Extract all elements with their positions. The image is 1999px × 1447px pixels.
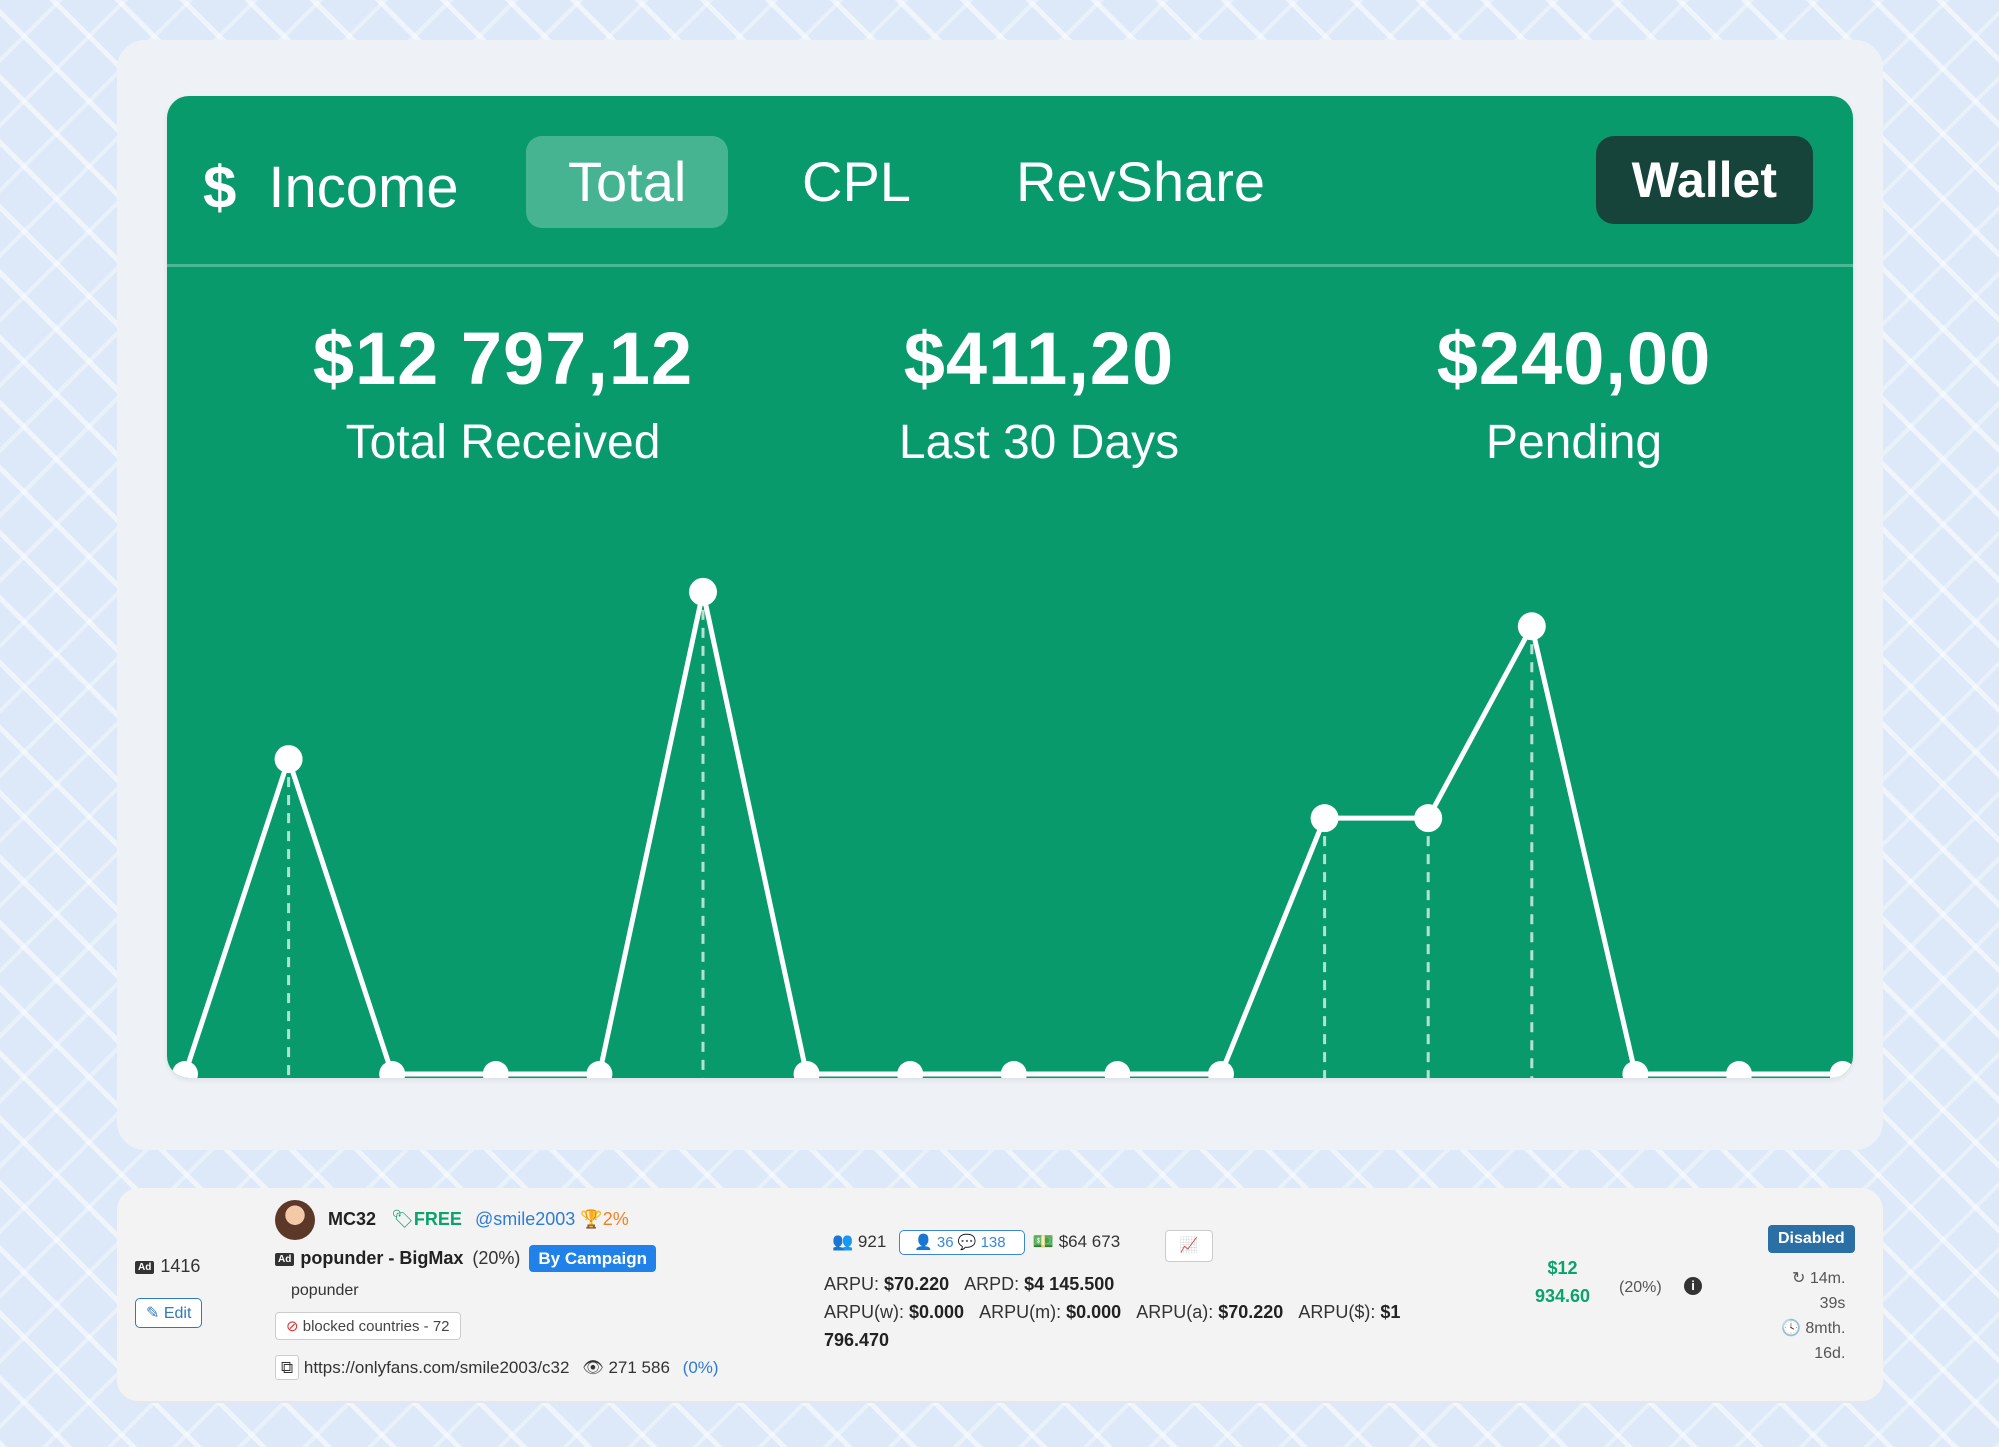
refresh-icon: ↻ <box>1791 1270 1806 1287</box>
users-count: 921 <box>857 1232 887 1251</box>
ad-icon: Ad <box>275 1252 295 1266</box>
campaign-header: MC32 🏷FREE @smile2003 🏆2% <box>275 1200 629 1240</box>
refresh-time-1: 14m. <box>1809 1270 1846 1287</box>
arpu-label: ARPU: <box>824 1274 880 1294</box>
views-count: 271 586 <box>608 1358 670 1377</box>
chart-point[interactable] <box>379 1061 406 1078</box>
users-icon: 👥 <box>832 1232 854 1251</box>
eye-icon: 👁 <box>582 1358 604 1377</box>
chart-point[interactable] <box>172 1061 198 1078</box>
handle-link[interactable]: @smile2003 <box>475 1209 575 1229</box>
chart-point[interactable] <box>689 577 717 606</box>
arpuw-value: $0.000 <box>909 1302 965 1322</box>
chart-series-line <box>182 589 1843 1077</box>
earned-amount: $12 934.60 <box>1535 1254 1590 1310</box>
age-1: 8mth. <box>1805 1320 1846 1337</box>
arpuw-label: ARPU(w): <box>824 1302 904 1322</box>
arpd-value: $4 145.500 <box>1024 1274 1115 1294</box>
owner-name: MC32 <box>328 1208 377 1229</box>
arpum-value: $0.000 <box>1066 1302 1122 1322</box>
earned-line-1: $12 <box>1547 1258 1578 1278</box>
arpud-label: ARPU($): <box>1298 1302 1376 1322</box>
by-campaign-badge: By Campaign <box>529 1245 657 1272</box>
subs-messages-pill[interactable]: 👤 36 💬 138 <box>899 1230 1025 1255</box>
comment-icon: 💬 <box>957 1234 977 1251</box>
blocked-text: blocked countries - 72 <box>302 1318 450 1335</box>
campaign-name: popunder - BigMax <box>300 1248 464 1268</box>
campaign-url-line: ⧉ https://onlyfans.com/smile2003/c32 👁 2… <box>275 1355 719 1380</box>
arpud-value-2: 796.470 <box>824 1330 890 1350</box>
campaign-name-pct: (20%) <box>472 1248 521 1268</box>
chart-icon[interactable]: 📈 <box>1165 1230 1213 1262</box>
arpd-label: ARPD: <box>964 1274 1020 1294</box>
income-line-chart <box>172 577 1853 1078</box>
chart-point[interactable] <box>1310 804 1339 833</box>
arpua-value: $70.220 <box>1218 1302 1284 1322</box>
chart-point[interactable] <box>1414 804 1443 833</box>
campaign-url[interactable]: https://onlyfans.com/smile2003/c32 <box>304 1358 570 1377</box>
blocked-icon: ⊘ <box>286 1318 299 1335</box>
chart-point[interactable] <box>897 1061 924 1078</box>
price-tag: FREE <box>413 1208 462 1229</box>
arpu-line-2: ARPU(w): $0.000 ARPU(m): $0.000 ARPU(a):… <box>824 1302 1400 1323</box>
earned-pct: (20%) <box>1619 1279 1662 1296</box>
earned-line-2: 934.60 <box>1535 1286 1591 1306</box>
chart-point[interactable] <box>1622 1061 1649 1078</box>
edit-button[interactable]: ✎ Edit <box>135 1298 203 1328</box>
chart-point[interactable] <box>274 745 303 774</box>
chart-point[interactable] <box>1000 1061 1027 1078</box>
chart-point[interactable] <box>793 1061 820 1078</box>
chart-point[interactable] <box>586 1061 613 1078</box>
trophy-icon: 🏆 <box>580 1208 603 1229</box>
user-check-icon: 👤 <box>914 1234 933 1251</box>
chart-point[interactable] <box>1517 612 1546 641</box>
chart-point[interactable] <box>1829 1061 1853 1078</box>
age-2: 16d. <box>1814 1345 1846 1362</box>
ad-icon: Ad <box>135 1260 155 1274</box>
timing-info: ↻ 14m. 39s 🕓 8mth. 16d. <box>1781 1266 1845 1366</box>
arpu-line-3: 796.470 <box>824 1330 889 1351</box>
chart-point[interactable] <box>482 1061 509 1078</box>
copy-icon[interactable]: ⧉ <box>275 1355 300 1380</box>
avatar <box>275 1200 315 1240</box>
campaign-id-value: 1416 <box>160 1256 201 1276</box>
chart-point[interactable] <box>1726 1061 1752 1078</box>
arpu-value: $70.220 <box>884 1274 950 1294</box>
info-icon[interactable]: i <box>1684 1277 1702 1295</box>
arpud-value-1: $1 <box>1380 1302 1401 1322</box>
chart-point[interactable] <box>1104 1061 1131 1078</box>
campaign-row: Ad 1416 ✎ Edit MC32 🏷FREE @smile2003 🏆2% … <box>117 1188 1883 1403</box>
tag-icon: 🏷 <box>391 1208 414 1229</box>
pencil-icon: ✎ <box>146 1305 160 1322</box>
arpum-label: ARPU(m): <box>979 1302 1062 1322</box>
income-panel: $ Income Total CPL RevShare Wallet $12 7… <box>167 96 1853 1078</box>
arpu-line-1: ARPU: $70.220 ARPD: $4 145.500 <box>824 1274 1114 1295</box>
campaign-name-line: Ad popunder - BigMax (20%) By Campaign <box>275 1245 657 1272</box>
subs-count: 36 <box>936 1234 954 1251</box>
money-icon: 💵 <box>1032 1232 1054 1251</box>
trophy-pct: 2% <box>602 1208 629 1229</box>
revenue-amount: $64 673 <box>1058 1232 1121 1251</box>
edit-label: Edit <box>163 1305 192 1322</box>
blocked-countries: ⊘ blocked countries - 72 <box>275 1312 461 1340</box>
campaign-metrics: 👥 921 👤 36 💬 138 💵 $64 673 <box>832 1230 1121 1255</box>
messages-count: 138 <box>980 1234 1006 1251</box>
refresh-time-2: 39s <box>1819 1295 1846 1312</box>
chart-point[interactable] <box>1208 1061 1234 1078</box>
views-pct: (0%) <box>682 1358 719 1377</box>
campaign-id: Ad 1416 <box>135 1256 200 1277</box>
campaign-type: popunder <box>291 1282 359 1299</box>
arpua-label: ARPU(a): <box>1136 1302 1214 1322</box>
clock-icon: 🕓 <box>1781 1320 1801 1337</box>
status-badge: Disabled <box>1768 1225 1855 1253</box>
